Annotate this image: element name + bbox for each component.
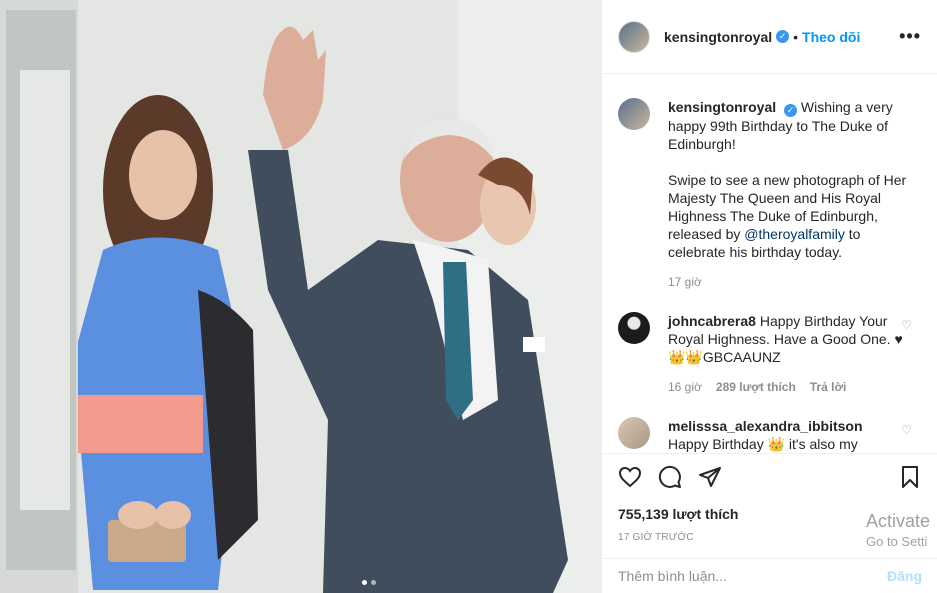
caption-text: kensingtonroyal ✓ Wishing a very happy 9… [668,98,910,261]
follow-button[interactable]: Theo dõi [802,29,860,45]
reply-button[interactable]: Trả lời [810,380,847,394]
avatar[interactable] [618,312,650,344]
comments-list[interactable]: kensingtonroyal ✓ Wishing a very happy 9… [602,74,937,454]
verified-icon: ✓ [784,104,798,117]
mention-link[interactable]: @theroyalfamily [744,226,845,242]
watermark-line-2: Go to Setti [866,534,928,549]
header-username[interactable]: kensingtonroyal [664,29,772,45]
paper-plane-icon[interactable] [698,465,722,489]
comment-meta: 16 giờ 289 lượt thích Trả lời [668,380,922,394]
caption-username[interactable]: kensingtonroyal [668,99,776,115]
comment-icon[interactable] [658,465,682,489]
like-comment-icon[interactable]: ♡ [901,423,912,437]
background-panel [20,70,70,510]
photo-illustration [78,0,601,593]
post-comment-button[interactable]: Đăng [887,568,922,584]
caption-time[interactable]: 17 giờ [668,275,702,289]
comment-item: melisssa_alexandra_ibbitson Happy Birthd… [602,417,937,453]
activate-windows-watermark: Activate Go to Setti [866,511,937,549]
caption-meta: 17 giờ [668,275,922,289]
post-photo[interactable]: › [78,0,601,593]
comment-username[interactable]: johncabrera8 [668,313,756,329]
comment-text: johncabrera8 Happy Birthday Your Royal H… [668,312,910,366]
heart-icon[interactable] [618,465,642,489]
separator-dot: • [793,28,799,45]
comment-likes[interactable]: 289 lượt thích [716,380,796,394]
carousel-dots [362,580,376,585]
avatar[interactable] [618,20,650,53]
avatar[interactable] [618,98,650,130]
caption: kensingtonroyal ✓ Wishing a very happy 9… [602,98,937,289]
like-comment-icon[interactable]: ♡ [901,318,912,332]
more-options-icon[interactable]: ••• [899,26,921,47]
avatar[interactable] [618,417,650,449]
carousel-dot [362,580,367,585]
comment-text: melisssa_alexandra_ibbitson Happy Birthd… [668,417,910,453]
action-icons [618,464,922,490]
bookmark-icon[interactable] [898,465,922,489]
watermark-line-1: Activate [866,511,931,531]
carousel-dot [371,580,376,585]
background-window-strip [0,0,78,593]
add-comment-bar: Đăng [602,558,937,593]
comment-input[interactable] [618,568,887,584]
comment-username[interactable]: melisssa_alexandra_ibbitson [668,418,863,434]
post-header: kensingtonroyal ✓ • Theo dõi ••• [602,0,937,74]
post-side-panel: kensingtonroyal ✓ • Theo dõi ••• kensing… [601,0,937,593]
comment-time[interactable]: 16 giờ [668,380,702,394]
comment-item: johncabrera8 Happy Birthday Your Royal H… [602,312,937,394]
verified-icon: ✓ [776,30,790,43]
comment-body: Happy Birthday 👑 it's also my [668,436,858,452]
